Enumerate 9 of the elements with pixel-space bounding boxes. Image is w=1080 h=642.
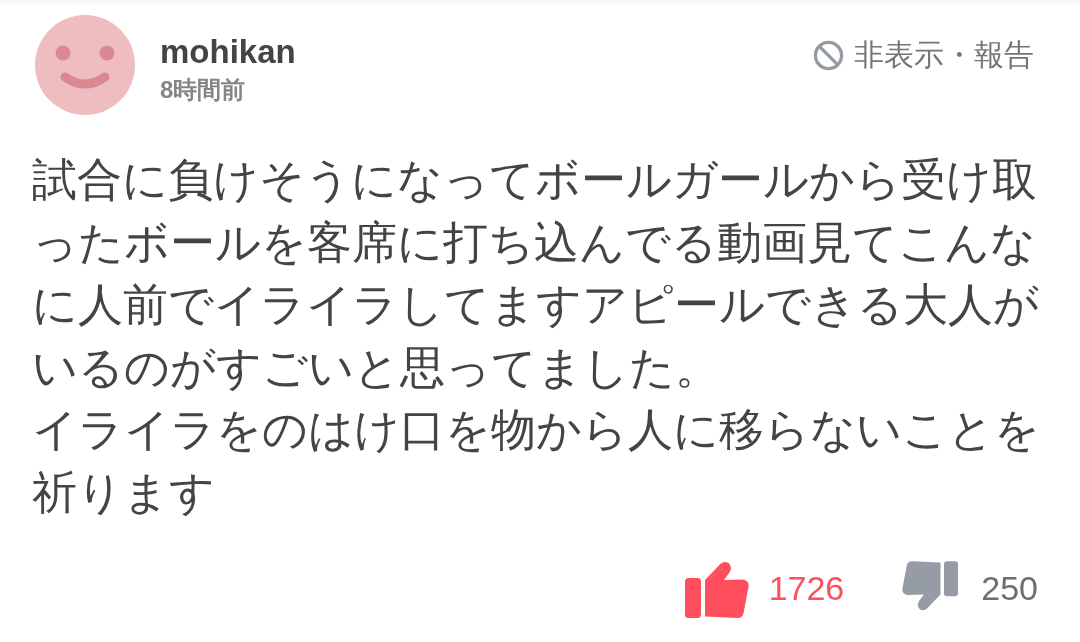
dislike-button[interactable]: 250 — [902, 561, 1038, 615]
comment-text: 試合に負けそうになってボールガールから受け取ったボールを客席に打ち込んでる動画見てこんなに人前でイライラしてますアピールできる大人がいるのがすごいと思ってました。 — [32, 152, 1040, 396]
author-name: mohikan — [160, 32, 296, 72]
avatar-icon — [35, 15, 135, 115]
prohibited-icon — [813, 39, 844, 71]
post-time: 8時間前 — [160, 76, 246, 104]
comment-text: イライラをのはけ口を物から人に移らないことを祈ります — [32, 402, 1041, 521]
hide-report-link[interactable]: 非表示・報告 — [813, 37, 1034, 73]
like-button[interactable]: 1726 — [684, 557, 845, 618]
